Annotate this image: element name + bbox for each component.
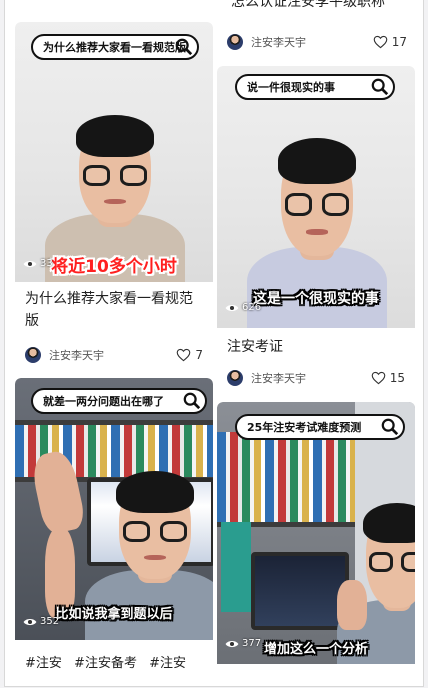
like-button[interactable]: 15 — [371, 371, 405, 385]
video-caption-bar: 说一件很现实的事 — [235, 74, 395, 100]
video-caption-bar: 25年注安考试难度预测 — [235, 414, 405, 440]
hashtag-link[interactable]: #注安 — [149, 656, 186, 671]
like-count: 17 — [391, 35, 407, 49]
like-count: 7 — [195, 348, 203, 362]
author-name[interactable]: 注安李天宇 — [49, 347, 176, 363]
feed-grid: 怎么认证注安李平级职称 注安李天宇 17 为什么推荐大家看一看规范版 将近10多… — [4, 0, 424, 687]
like-count: 15 — [389, 371, 405, 385]
video-card[interactable]: 为什么推荐大家看一看规范版 将近10多个小时 33 为什么推荐大家看一看规范版 … — [15, 22, 213, 372]
eye-icon — [225, 304, 239, 311]
avatar[interactable] — [227, 370, 243, 386]
avatar[interactable] — [227, 34, 243, 50]
heart-icon — [177, 348, 191, 362]
video-meta: 注安李天宇 15 — [227, 368, 405, 388]
heart-icon — [371, 371, 386, 385]
author-name[interactable]: 注安李天宇 — [251, 370, 371, 386]
eye-icon — [225, 640, 239, 647]
eye-icon — [23, 618, 37, 625]
hashtag-list: #注安 #注安备考 #注安 — [25, 652, 207, 671]
video-thumbnail[interactable]: 就差一两分问题出在哪了 比如说我拿到题以后 352 — [15, 378, 213, 640]
view-count: 626 — [225, 302, 261, 313]
view-count: 33 — [23, 258, 53, 269]
author-name[interactable]: 注安李天宇 — [251, 34, 373, 50]
search-icon — [175, 38, 193, 56]
video-caption-bar: 就差一两分问题出在哪了 — [31, 388, 207, 414]
video-title[interactable]: 注安考证 — [227, 336, 405, 358]
video-meta: 注安李天宇 7 — [25, 345, 203, 365]
eye-icon — [23, 260, 37, 267]
caption-text: 25年注安考试难度预测 — [247, 421, 362, 434]
partial-card-title[interactable]: 怎么认证注安李平级职称 — [231, 0, 385, 11]
hashtag-link[interactable]: #注安备考 — [74, 656, 137, 671]
video-thumbnail[interactable]: 为什么推荐大家看一看规范版 将近10多个小时 33 — [15, 22, 213, 282]
video-card[interactable]: 说一件很现实的事 这是一个很现实的事 626 注安考证 注安李天宇 15 — [217, 66, 415, 396]
hashtag-link[interactable]: #注安 — [25, 656, 62, 671]
like-button[interactable]: 7 — [176, 348, 203, 362]
view-count: 352 — [23, 616, 59, 627]
search-icon — [371, 78, 389, 96]
video-thumbnail[interactable]: 25年注安考试难度预测 增加这么一个分析 377 — [217, 402, 415, 664]
video-thumbnail[interactable]: 说一件很现实的事 这是一个很现实的事 626 — [217, 66, 415, 328]
like-button[interactable]: 17 — [373, 35, 407, 49]
video-caption-bar: 为什么推荐大家看一看规范版 — [31, 34, 199, 60]
search-icon — [183, 392, 201, 410]
avatar[interactable] — [25, 347, 41, 363]
view-count: 377 — [225, 638, 261, 649]
caption-text: 就差一两分问题出在哪了 — [43, 395, 164, 408]
heart-icon — [373, 35, 388, 49]
video-card[interactable]: 25年注安考试难度预测 增加这么一个分析 377 — [217, 402, 415, 686]
video-title[interactable]: 为什么推荐大家看一看规范版 — [25, 288, 203, 332]
caption-text: 说一件很现实的事 — [247, 81, 335, 94]
video-card[interactable]: 就差一两分问题出在哪了 比如说我拿到题以后 352 #注安 #注安备考 #注安 — [15, 378, 213, 678]
caption-text: 为什么推荐大家看一看规范版 — [43, 41, 186, 54]
search-icon — [381, 418, 399, 436]
partial-card-meta: 注安李天宇 17 — [227, 32, 407, 52]
